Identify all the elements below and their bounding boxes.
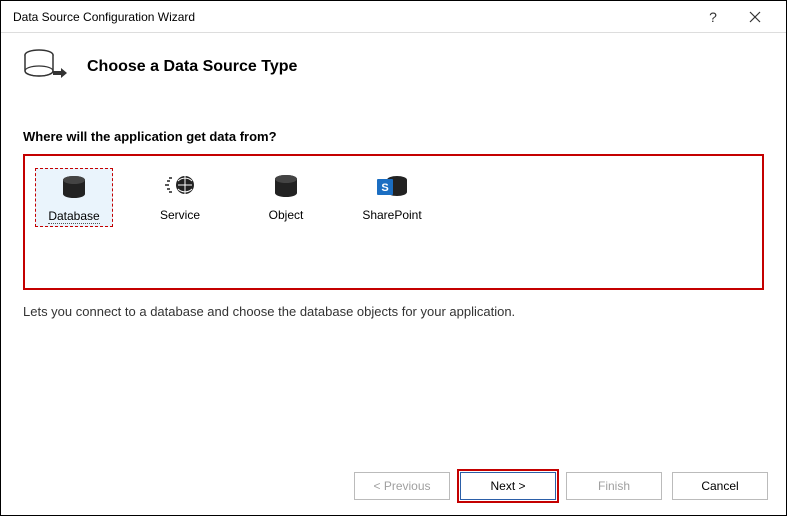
previous-button[interactable]: < Previous (354, 472, 450, 500)
option-object[interactable]: Object (247, 168, 325, 224)
close-icon (749, 11, 761, 23)
cancel-button[interactable]: Cancel (672, 472, 768, 500)
datasource-wizard-icon (21, 47, 71, 87)
title-bar: Data Source Configuration Wizard ? (1, 1, 786, 33)
wizard-footer: < Previous Next > Finish Cancel (1, 457, 786, 515)
object-icon (269, 172, 303, 202)
finish-button[interactable]: Finish (566, 472, 662, 500)
option-label: SharePoint (362, 208, 421, 222)
next-button[interactable]: Next > (460, 472, 556, 500)
option-label: Database (48, 209, 99, 224)
sharepoint-icon: S (375, 172, 409, 202)
window-title: Data Source Configuration Wizard (13, 10, 692, 24)
close-button[interactable] (734, 2, 776, 32)
option-label: Object (269, 208, 304, 222)
wizard-header: Choose a Data Source Type (1, 33, 786, 107)
wizard-body: Where will the application get data from… (1, 107, 786, 319)
service-icon (163, 172, 197, 202)
option-description: Lets you connect to a database and choos… (23, 304, 764, 319)
option-database[interactable]: Database (35, 168, 113, 227)
option-sharepoint[interactable]: S SharePoint (353, 168, 431, 224)
help-button[interactable]: ? (692, 2, 734, 32)
datasource-options: Database Service (23, 154, 764, 290)
option-label: Service (160, 208, 200, 222)
database-icon (57, 173, 91, 203)
wizard-title: Choose a Data Source Type (87, 58, 297, 76)
svg-text:S: S (381, 182, 388, 194)
option-service[interactable]: Service (141, 168, 219, 224)
prompt-text: Where will the application get data from… (23, 129, 764, 144)
